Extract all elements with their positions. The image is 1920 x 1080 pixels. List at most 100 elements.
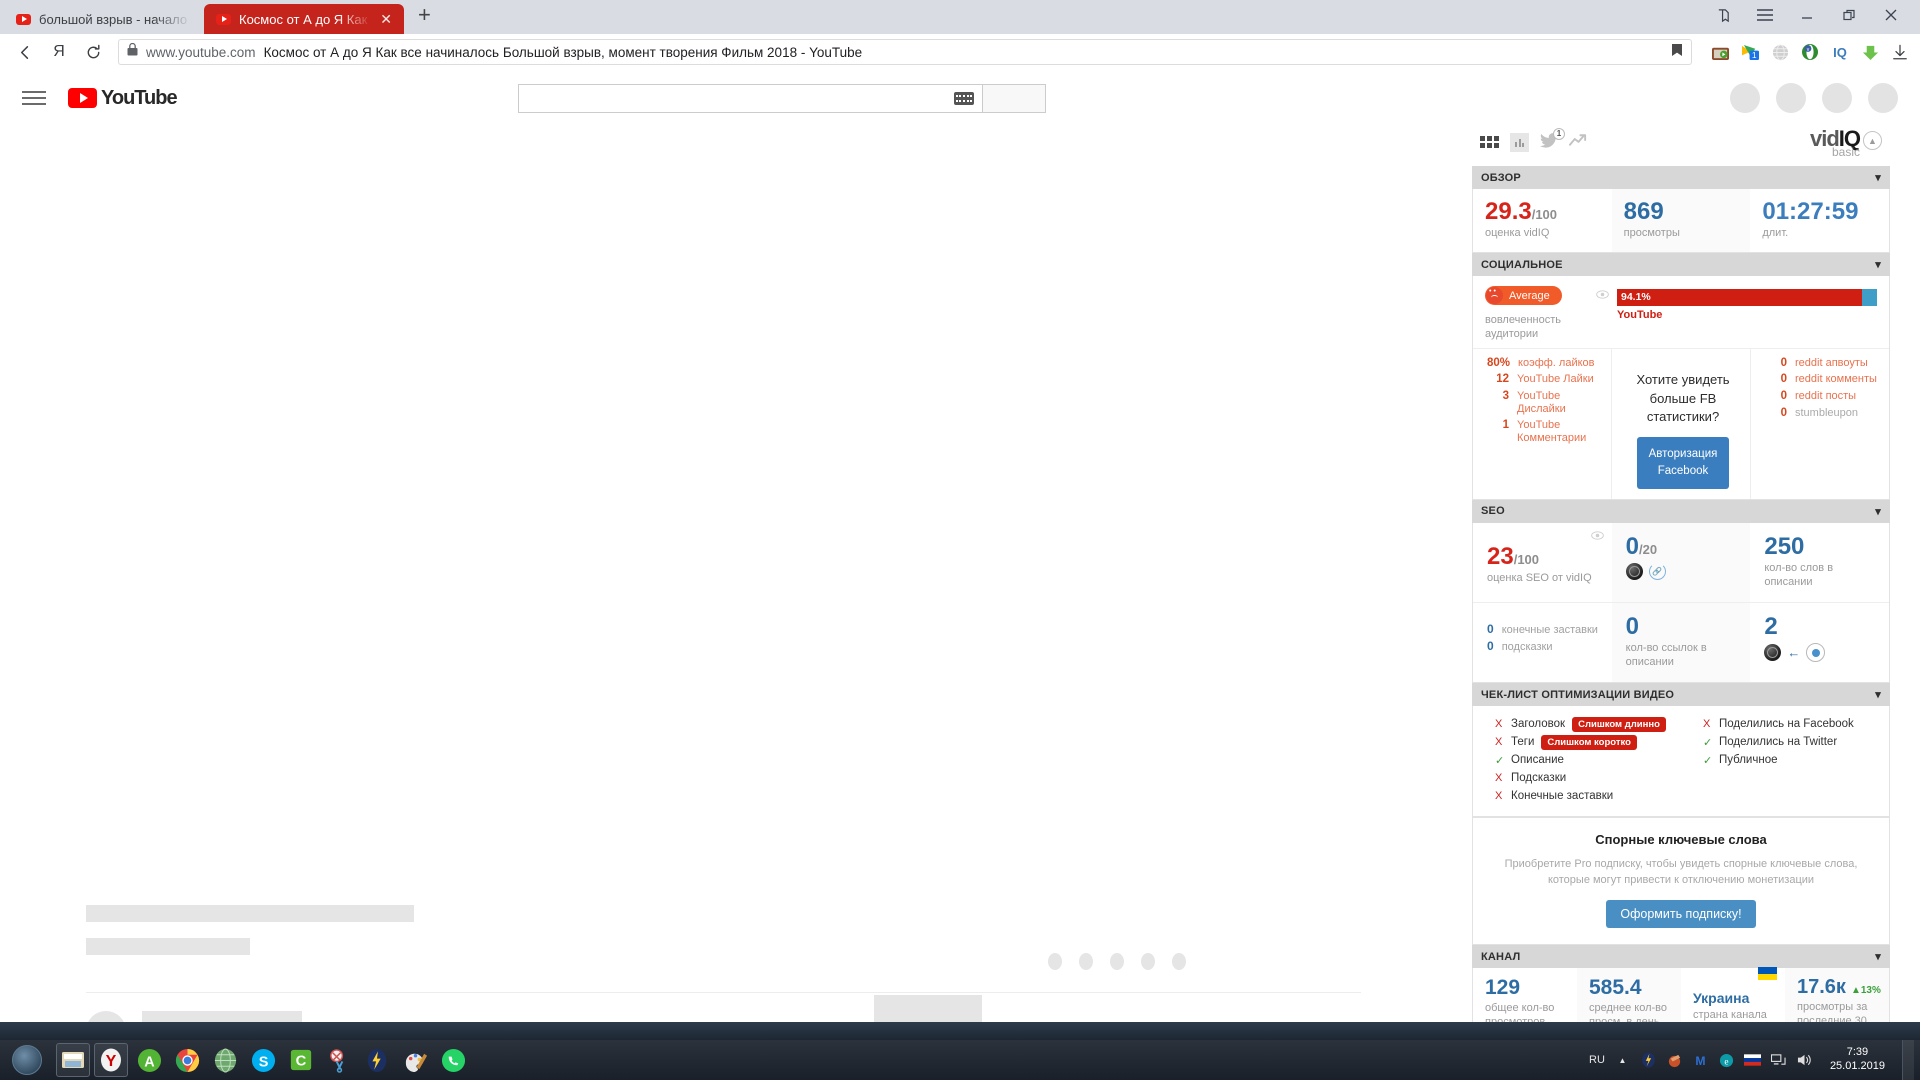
stat-label: reddit апвоуты	[1795, 356, 1868, 369]
whatsapp-icon	[441, 1048, 465, 1072]
new-tab-button[interactable]: +	[404, 4, 445, 30]
status-badge: Слишком коротко	[1541, 734, 1637, 750]
taskbar-item-chrome[interactable]	[170, 1043, 204, 1077]
downloads-icon[interactable]	[1890, 42, 1910, 62]
taskbar-item-file-explorer[interactable]	[56, 1043, 90, 1077]
header-icon-placeholder[interactable]	[1729, 83, 1760, 113]
header-icon-placeholder[interactable]	[1775, 83, 1806, 113]
taskbar-item-snipping-tool[interactable]	[322, 1043, 356, 1077]
youtube-logo-text: YouTube	[101, 86, 178, 109]
bookmark-icon[interactable]	[1671, 43, 1683, 62]
browser-tab-0[interactable]: большой взрыв - начало в	[4, 4, 204, 34]
search-button[interactable]	[983, 83, 1047, 113]
stat-value: 0	[1780, 373, 1787, 386]
social-body: Average вовлеченность аудитории 94.1% Yo…	[1472, 276, 1890, 500]
taskbar-item-avast[interactable]: A	[132, 1043, 166, 1077]
header-icon-placeholder[interactable]	[1821, 83, 1852, 113]
navigation-bar: Я www.youtube.com Космос от А до Я Как в…	[0, 34, 1920, 70]
twitter-icon[interactable]: 1	[1540, 128, 1565, 151]
avast-icon: A	[137, 1048, 161, 1072]
stat-value: 80%	[1487, 356, 1511, 369]
eye-icon[interactable]	[1596, 288, 1609, 302]
checklist-body: X Заголовок Слишком длинно X Теги Слишко…	[1472, 706, 1890, 818]
search-input[interactable]	[518, 83, 984, 113]
back-button[interactable]	[10, 37, 40, 67]
menu-icon[interactable]	[1744, 0, 1786, 30]
snipping-tool-icon	[329, 1048, 343, 1073]
subscribe-button[interactable]: Оформить подписку!	[1606, 900, 1756, 929]
globe-icon[interactable]	[1770, 42, 1790, 62]
avatar[interactable]	[1867, 83, 1898, 113]
skeleton-subtitle	[86, 938, 250, 955]
section-header-seo[interactable]: SEO ▾	[1472, 499, 1890, 523]
close-icon[interactable]: ✕	[380, 12, 392, 26]
show-desktop-button[interactable]	[1902, 1040, 1914, 1080]
taskbar-item-evernote[interactable]: C	[284, 1043, 318, 1077]
tray-network-icon[interactable]	[1770, 1052, 1787, 1069]
section-header-overview[interactable]: ОБЗОР ▾	[1472, 166, 1890, 189]
close-icon[interactable]	[1870, 0, 1912, 30]
clock[interactable]: 7:39 25.01.2019	[1822, 1046, 1893, 1074]
vidiq-brand: vidIQ basic ▲	[1810, 120, 1882, 158]
stat-value: 01:27:59	[1762, 198, 1859, 225]
vidiq-icon[interactable]: IQ	[1830, 42, 1850, 62]
taskbar-item-paint[interactable]	[398, 1043, 432, 1077]
taskbar-item-yandex-browser[interactable]: Y	[94, 1043, 128, 1077]
section-header-social[interactable]: СОЦИАЛЬНОЕ ▾	[1472, 253, 1890, 277]
restore-icon[interactable]	[1828, 0, 1870, 30]
facebook-auth-button[interactable]: Авторизация Facebook	[1637, 437, 1729, 489]
show-hidden-icons-button[interactable]: ▲	[1614, 1052, 1631, 1069]
tray-volume-icon[interactable]	[1796, 1052, 1813, 1069]
language-indicator[interactable]: RU	[1589, 1054, 1605, 1066]
tray-malwarebytes-icon[interactable]: M	[1692, 1052, 1709, 1069]
section-title: SEO	[1481, 505, 1505, 518]
checklist-item: X Подсказки	[1495, 769, 1681, 787]
tv-download-icon[interactable]	[1710, 42, 1730, 62]
stat-label: конечные заставки	[1501, 623, 1598, 636]
opera-vpn-icon[interactable]: v	[1800, 42, 1820, 62]
youtube-logo[interactable]: YouTube	[68, 86, 178, 110]
tray-edge-icon[interactable]: e	[1718, 1052, 1735, 1069]
keywords-description: Приобретите Pro подписку, чтобы увидеть …	[1504, 858, 1858, 887]
chevron-down-icon[interactable]: ▾	[1875, 258, 1881, 271]
bar-chart-icon[interactable]	[1510, 132, 1529, 152]
keyboard-icon[interactable]	[954, 91, 975, 105]
address-bar[interactable]: www.youtube.com Космос от А до Я Как все…	[118, 39, 1692, 65]
browser-tab-1[interactable]: Космос от А до Я Как вс ✕	[204, 4, 404, 34]
social-share-bar: 94.1% YouTube	[1617, 286, 1877, 342]
trending-icon[interactable]	[1569, 132, 1588, 152]
tray-ccleaner-icon[interactable]	[1666, 1052, 1683, 1069]
collections-icon[interactable]	[1702, 0, 1744, 30]
social-bar-youtube: 94.1%	[1617, 289, 1862, 307]
download-manager-icon[interactable]	[1860, 42, 1880, 62]
stat-value: 3	[1502, 390, 1509, 403]
stat-row: 0 reddit посты	[1765, 390, 1879, 403]
chevron-down-icon[interactable]: ▾	[1875, 950, 1881, 963]
chevron-down-icon[interactable]: ▾	[1875, 688, 1881, 701]
translate-icon[interactable]: 1	[1740, 42, 1760, 62]
tray-flash-icon[interactable]	[1640, 1052, 1657, 1069]
yandex-home-button[interactable]: Я	[44, 37, 74, 67]
start-button[interactable]	[4, 1043, 50, 1077]
reload-button[interactable]	[78, 37, 108, 67]
grid-icon[interactable]	[1480, 136, 1499, 148]
social-left-stats: 80% коэфф. лайков 12 YouTube Лайки 3 You…	[1473, 349, 1611, 499]
minimize-icon[interactable]	[1786, 0, 1828, 30]
taskbar-item-whatsapp[interactable]	[436, 1043, 470, 1077]
chevron-down-icon[interactable]: ▾	[1875, 505, 1881, 518]
stat-value: 23	[1487, 542, 1514, 570]
taskbar-item-skype[interactable]: S	[246, 1043, 280, 1077]
chevron-down-icon[interactable]: ▾	[1875, 171, 1881, 184]
collapse-panel-button[interactable]: ▲	[1863, 131, 1882, 150]
stat-value: 0	[1625, 532, 1640, 560]
guide-toggle-button[interactable]	[22, 91, 46, 105]
stat-label: страна канала	[1693, 1008, 1767, 1021]
eye-icon[interactable]	[1590, 529, 1604, 543]
stat-row: 0 конечные заставки	[1487, 622, 1600, 636]
tray-russian-flag-icon[interactable]	[1743, 1052, 1761, 1069]
globe-icon	[1764, 644, 1782, 662]
section-header-channel[interactable]: КАНАЛ ▾	[1472, 945, 1890, 969]
taskbar-item-flash[interactable]	[360, 1043, 394, 1077]
section-header-checklist[interactable]: ЧЕК-ЛИСТ ОПТИМИЗАЦИИ ВИДЕО ▾	[1472, 683, 1890, 707]
taskbar-item-globe-browser[interactable]	[208, 1043, 242, 1077]
